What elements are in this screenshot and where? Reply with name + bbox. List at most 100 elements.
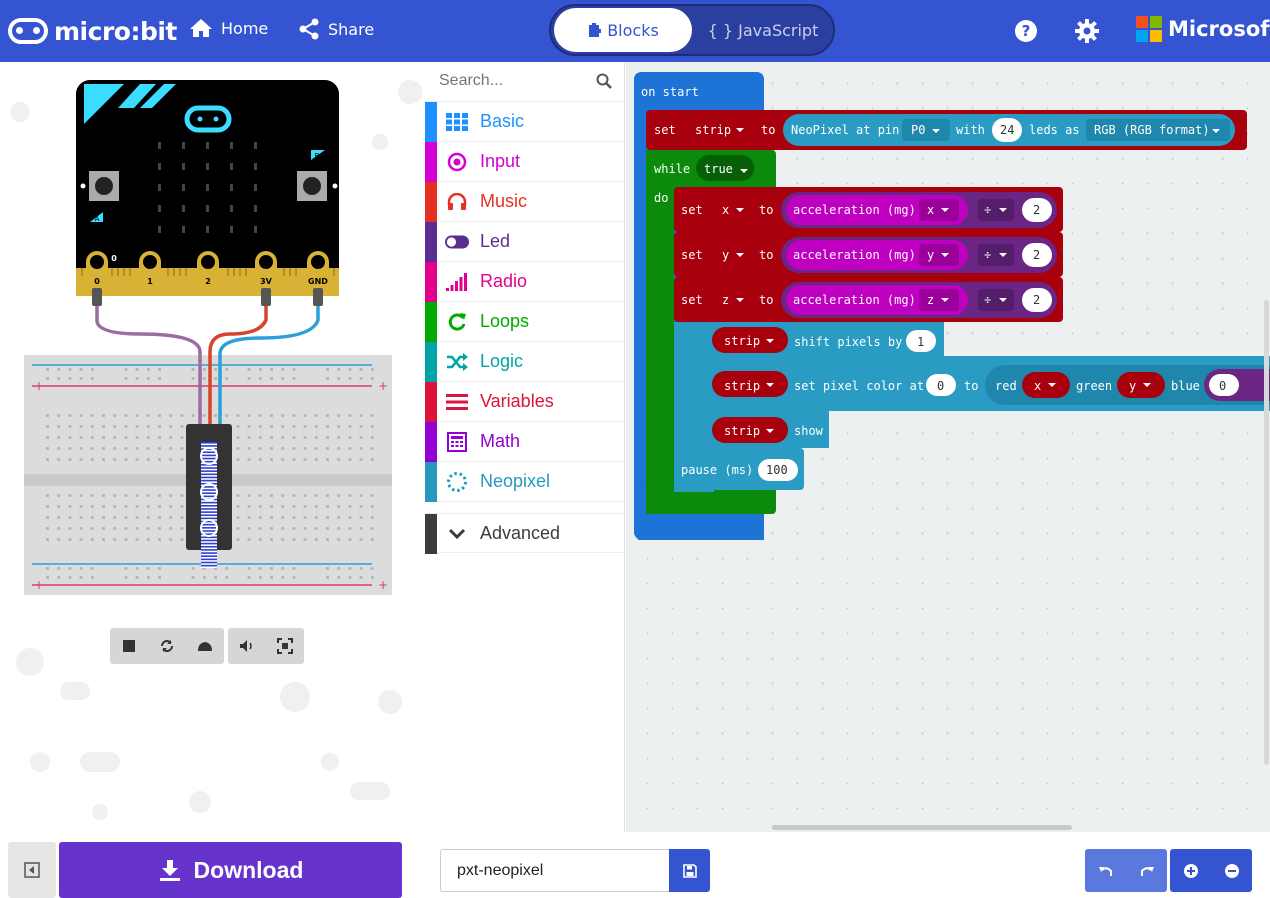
category-label: Led xyxy=(480,231,511,251)
restart-button[interactable] xyxy=(148,628,186,664)
category-color-bar xyxy=(425,102,437,142)
toolbox-category-neopixel[interactable]: Neopixel xyxy=(425,462,624,502)
search-input[interactable] xyxy=(439,72,589,90)
workspace-vertical-scrollbar[interactable] xyxy=(1264,300,1269,765)
variable-dropdown[interactable]: strip xyxy=(695,123,731,137)
tab-blocks[interactable]: Blocks xyxy=(554,8,692,52)
home-button[interactable]: Home xyxy=(189,18,268,38)
axis-dropdown[interactable] xyxy=(919,199,959,221)
axis-value: z xyxy=(927,293,934,307)
toolbox-category-basic[interactable]: Basic xyxy=(425,102,624,142)
toolbox-category-radio[interactable]: Radio xyxy=(425,262,624,302)
toolbox-category-loops[interactable]: Loops xyxy=(425,302,624,342)
acceleration-label: acceleration (mg) xyxy=(793,248,916,262)
sim-view-group xyxy=(228,628,304,664)
operator-value: ÷ xyxy=(984,248,991,262)
redo-button[interactable] xyxy=(1126,849,1167,892)
toolbox-category-logic[interactable]: Logic xyxy=(425,342,624,382)
slowmo-button[interactable] xyxy=(186,628,224,664)
leds-count-value: 24 xyxy=(1000,123,1014,137)
strip-variable: strip xyxy=(724,424,760,438)
axis-value: y xyxy=(927,248,934,262)
share-button[interactable]: Share xyxy=(298,18,374,40)
brand-name: micro:bit xyxy=(54,16,177,46)
pin-label-0: 0 xyxy=(94,277,100,286)
toolbox-category-music[interactable]: Music xyxy=(425,182,624,222)
button-a[interactable] xyxy=(89,171,119,201)
mute-button[interactable] xyxy=(228,628,266,664)
neopixel-strip xyxy=(186,424,232,568)
tab-javascript[interactable]: { } JavaScript xyxy=(697,8,829,52)
pin-label-1: 1 xyxy=(147,277,153,286)
undo-button[interactable] xyxy=(1085,849,1126,892)
collapse-simulator-button[interactable] xyxy=(8,842,56,898)
dotted-circle-icon xyxy=(445,471,469,493)
share-icon xyxy=(299,18,319,40)
operator-value: ÷ xyxy=(984,293,991,307)
search-icon[interactable] xyxy=(596,73,612,89)
pin-0[interactable] xyxy=(86,251,108,294)
save-button[interactable] xyxy=(669,849,710,892)
simulator-board: A B 0 0 1 2 3V GND + + + + xyxy=(10,80,422,820)
help-icon[interactable]: ? xyxy=(1014,19,1038,43)
pin-2[interactable] xyxy=(197,251,219,294)
with-label: with xyxy=(956,123,985,137)
download-button[interactable]: Download xyxy=(59,842,402,898)
fullscreen-button[interactable] xyxy=(266,628,304,664)
axis-dropdown[interactable] xyxy=(919,289,959,311)
pause-ms-value: 100 xyxy=(766,463,788,477)
variable-dropdown[interactable]: z xyxy=(722,293,729,307)
zoom-out-button[interactable] xyxy=(1211,849,1252,892)
variable-dropdown[interactable]: x xyxy=(722,203,729,217)
set-label: set xyxy=(681,293,703,307)
toolbox-category-variables[interactable]: Variables xyxy=(425,382,624,422)
green-variable-pill[interactable] xyxy=(1117,372,1165,398)
blocks-workspace[interactable]: on start set strip to NeoPixel at pin P0… xyxy=(626,62,1270,832)
shift-amount-value: 1 xyxy=(917,335,924,349)
grid-icon xyxy=(445,111,469,133)
simulator-toolbar xyxy=(110,628,304,664)
category-color-bar xyxy=(425,514,437,554)
toolbox-category-math[interactable]: Math xyxy=(425,422,624,462)
microsoft-logo[interactable]: Microsoft xyxy=(1136,16,1270,42)
pin-gnd[interactable] xyxy=(307,251,329,294)
acceleration-label: acceleration (mg) xyxy=(793,293,916,307)
footer-toolbar: Download pxt-neopixel xyxy=(0,832,1270,898)
project-name-input[interactable]: pxt-neopixel xyxy=(440,849,670,892)
category-label: Radio xyxy=(480,271,528,291)
zoom-out-icon xyxy=(1224,863,1239,878)
microbit-device[interactable]: A B 0 0 1 2 3V GND xyxy=(76,80,339,296)
category-color-bar xyxy=(425,142,437,182)
red-variable-pill[interactable] xyxy=(1022,372,1070,398)
set-z-block[interactable]: set z to acceleration (mg) z ÷ 2 xyxy=(674,277,1063,322)
microbit-logo[interactable]: micro:bit xyxy=(8,12,177,50)
pin-3v[interactable] xyxy=(255,251,277,294)
toolbox-category-input[interactable]: Input xyxy=(425,142,624,182)
toolbox-category-advanced[interactable]: Advanced xyxy=(425,513,624,554)
to-label: to xyxy=(759,248,773,262)
microsoft-squares-icon xyxy=(1136,16,1162,42)
fullscreen-icon xyxy=(277,638,293,654)
category-label: Neopixel xyxy=(480,471,551,491)
button-b[interactable] xyxy=(297,171,327,201)
variable-dropdown[interactable]: y xyxy=(722,248,729,262)
category-label: Input xyxy=(480,151,521,171)
list-icon xyxy=(445,391,469,413)
stop-button[interactable] xyxy=(110,628,148,664)
toolbox: Basic Input Music Led Radio Loops Logic … xyxy=(425,62,625,838)
zoom-in-button[interactable] xyxy=(1170,849,1211,892)
stop-icon xyxy=(123,640,135,652)
set-strip-block[interactable]: set strip to NeoPixel at pin P0 with 24 … xyxy=(646,110,1247,150)
axis-dropdown[interactable] xyxy=(919,244,959,266)
pin-dropdown[interactable] xyxy=(902,119,950,141)
pin-1[interactable] xyxy=(139,251,161,294)
undo-icon xyxy=(1098,866,1112,876)
chevron-down-icon xyxy=(445,523,469,545)
toolbox-category-led[interactable]: Led xyxy=(425,222,624,262)
settings-gear-icon[interactable] xyxy=(1075,19,1099,43)
set-x-block[interactable]: set x to acceleration (mg) x ÷ 2 xyxy=(674,187,1063,232)
calculator-icon xyxy=(445,431,469,453)
workspace-horizontal-scrollbar[interactable] xyxy=(772,825,1072,830)
set-y-block[interactable]: set y to acceleration (mg) y ÷ 2 xyxy=(674,232,1063,277)
pin-label-2: 2 xyxy=(205,277,211,286)
